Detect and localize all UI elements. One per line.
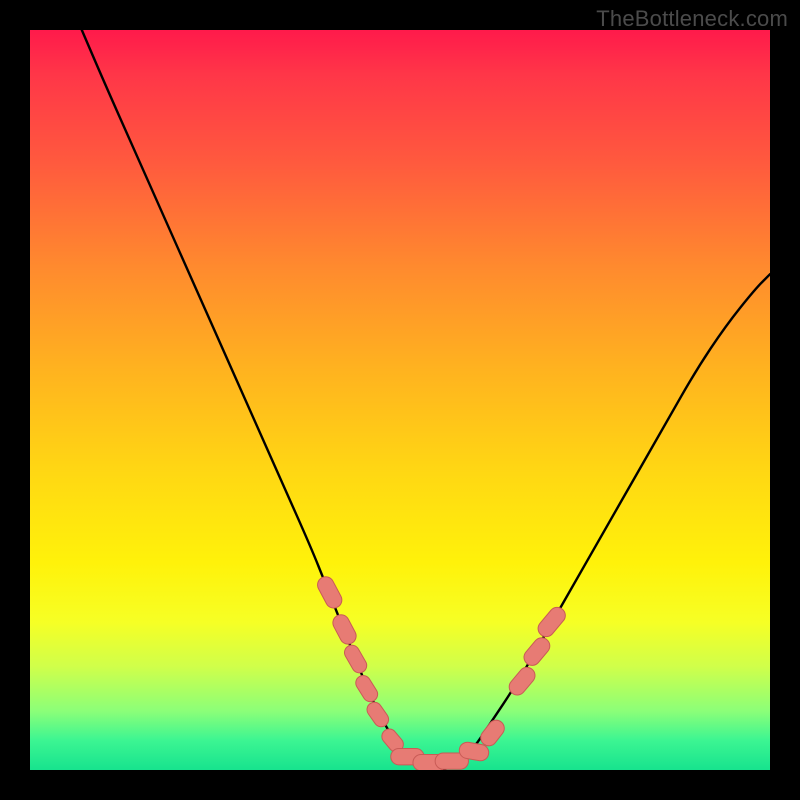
bottleneck-curve xyxy=(82,30,770,770)
curve-marker xyxy=(315,574,345,611)
curve-marker xyxy=(330,612,359,647)
curve-group xyxy=(82,30,770,770)
plot-area xyxy=(30,30,770,770)
chart-container: TheBottleneck.com xyxy=(0,0,800,800)
curve-marker xyxy=(521,634,553,668)
watermark-text: TheBottleneck.com xyxy=(596,6,788,32)
curve-marker xyxy=(535,604,569,640)
bottleneck-curve-svg xyxy=(30,30,770,770)
curve-marker xyxy=(342,642,370,675)
curve-marker xyxy=(353,673,380,705)
marker-group xyxy=(315,574,569,770)
curve-marker xyxy=(364,699,391,729)
